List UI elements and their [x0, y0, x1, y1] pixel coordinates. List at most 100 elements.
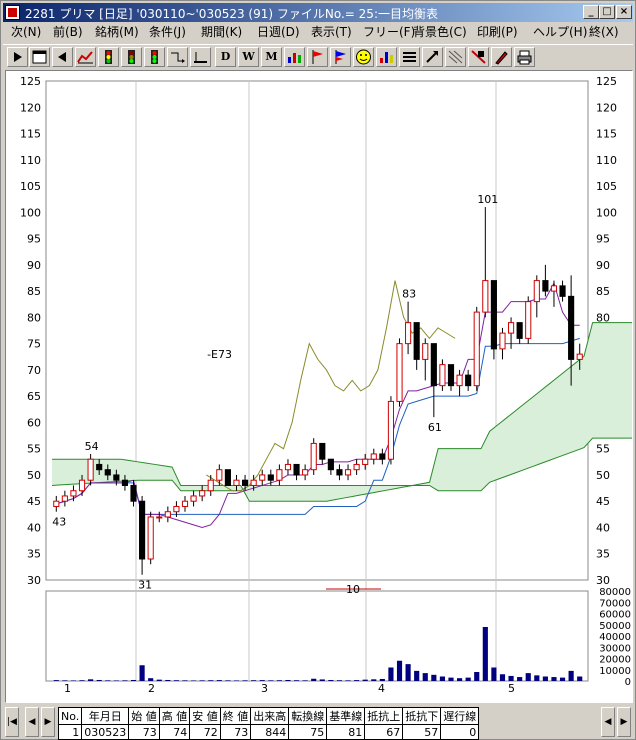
menu-print[interactable]: 印刷(P)	[477, 24, 518, 41]
minimize-button[interactable]: _	[583, 5, 599, 19]
print-icon[interactable]	[514, 47, 535, 67]
volume-bar	[517, 677, 523, 681]
smiley-icon[interactable]	[353, 47, 374, 67]
volume-bar	[293, 680, 300, 681]
next-record-button[interactable]: ▶	[41, 707, 55, 737]
close-button[interactable]: ×	[616, 5, 632, 19]
y-tick-label: 95	[27, 233, 41, 246]
menu-condition[interactable]: 条件(J)	[149, 24, 186, 41]
price-chart[interactable]: 125 125120 120115 115110 110105 105100 10095 95…	[6, 71, 636, 702]
y-tick-label: 65	[27, 390, 41, 403]
volume-tick-label: 20000	[599, 655, 631, 666]
candle-body	[533, 280, 540, 303]
candle-body	[336, 469, 343, 476]
candle-body	[507, 322, 515, 334]
volume-bar	[88, 679, 94, 681]
blue-flag-icon[interactable]	[330, 47, 351, 67]
volume-bar	[551, 677, 557, 681]
volume-bar	[568, 670, 574, 681]
signal-green-icon[interactable]	[121, 47, 142, 67]
d-icon[interactable]: D	[215, 47, 236, 67]
candle-body	[293, 463, 300, 476]
status-bar: |◀ ◀ ▶ No. 年月日始 値高 値安 値終 値出来高 転換線 基準線 抵抗上 抵抗下…	[5, 707, 633, 740]
y-tick-label-right: 120	[596, 101, 617, 114]
candle-body	[396, 343, 403, 402]
volume-bar	[139, 665, 145, 681]
candle-body	[379, 453, 386, 460]
arrow-icon[interactable]	[422, 47, 443, 67]
volume-tick-label: 10000	[599, 666, 631, 677]
menu-view[interactable]: 表示(T)	[311, 24, 352, 41]
annotation-low: 43	[52, 516, 66, 529]
menu-prev[interactable]: 前(B)	[53, 24, 83, 41]
candle-body	[456, 374, 463, 387]
volume-bar	[233, 680, 240, 681]
signal-red-icon[interactable]	[98, 47, 119, 67]
annotation-83: 83	[402, 288, 416, 301]
pattern-icon[interactable]	[445, 47, 466, 67]
volume-bar	[302, 680, 308, 681]
candle-body	[104, 469, 111, 476]
scroll-right-button[interactable]: ▶	[617, 707, 631, 737]
volume-tick-label: 80000	[599, 587, 631, 598]
signal-yellow-icon[interactable]	[144, 47, 165, 67]
menu-help[interactable]: ヘルプ(H)	[533, 24, 587, 41]
candle-body	[482, 280, 489, 313]
prev-record-button[interactable]: ◀	[25, 707, 39, 737]
app-icon[interactable]	[5, 5, 20, 20]
menu-bgcolor[interactable]: 背景色(C)	[413, 24, 467, 41]
eraser-icon[interactable]	[468, 47, 489, 67]
bars-icon[interactable]	[376, 47, 397, 67]
volume-bar	[165, 679, 171, 681]
menu-period[interactable]: 期間(K)	[201, 24, 242, 41]
y-tick-label: 125	[20, 75, 41, 88]
menu-free[interactable]: フリー(F)	[363, 24, 415, 41]
volume-bar	[542, 676, 548, 681]
menu-next[interactable]: 次(N)	[11, 24, 41, 41]
first-record-button[interactable]: |◀	[5, 707, 19, 737]
x-month-label: 4	[378, 682, 385, 695]
volume-tick-label: 40000	[599, 632, 631, 643]
candle-body	[259, 474, 266, 481]
candle-body	[302, 469, 309, 476]
y-tick-label: 90	[27, 259, 41, 272]
menu-exit[interactable]: 終(X)	[589, 24, 619, 41]
table-header-cell: 安 値	[189, 707, 221, 725]
candle-body	[241, 479, 249, 486]
annotation-low-31: 31	[138, 579, 152, 592]
play-icon[interactable]	[7, 47, 28, 67]
chart-area[interactable]: 125 125 120 120 115 115 110 110 105 105 100 100 95 95…	[5, 70, 636, 703]
candle-body	[499, 332, 506, 350]
back-icon[interactable]	[52, 47, 73, 67]
y-tick-label-right: 85	[596, 285, 610, 298]
table-cell: 73	[219, 724, 252, 740]
volume-bar	[225, 680, 231, 681]
candle-body	[362, 458, 369, 465]
bar-chart-icon[interactable]	[284, 47, 305, 67]
volume-bar	[182, 680, 188, 681]
candle-body	[61, 495, 68, 502]
chart-icon[interactable]	[75, 47, 96, 67]
red-flag-icon[interactable]	[307, 47, 328, 67]
scroll-left-button[interactable]: ◀	[601, 707, 615, 737]
candle-body	[422, 343, 429, 360]
m-icon[interactable]: M	[261, 47, 282, 67]
menu-brand[interactable]: 銘柄(M)	[95, 24, 139, 41]
y-tick-label-right: 45	[596, 495, 610, 508]
window-icon[interactable]	[29, 47, 50, 67]
w-icon[interactable]: W	[238, 47, 259, 67]
candle-body	[190, 495, 197, 502]
maximize-button[interactable]: □	[599, 5, 615, 19]
menu-day-week[interactable]: 日週(D)	[257, 24, 300, 41]
candle-body	[439, 364, 446, 387]
candle-body	[353, 463, 360, 471]
volume-bar	[216, 680, 222, 681]
volume-bar	[508, 675, 514, 681]
pen-icon[interactable]	[491, 47, 512, 67]
arrow-split-icon[interactable]	[167, 47, 188, 67]
data-table: No. 年月日始 値高 値安 値終 値出来高 転換線 基準線 抵抗上 抵抗下 遅行線 1 03…	[57, 707, 480, 740]
line-icon[interactable]	[190, 47, 211, 67]
volume-bar	[431, 674, 437, 681]
list-icon[interactable]	[399, 47, 420, 67]
y-tick-label: 75	[27, 338, 41, 351]
